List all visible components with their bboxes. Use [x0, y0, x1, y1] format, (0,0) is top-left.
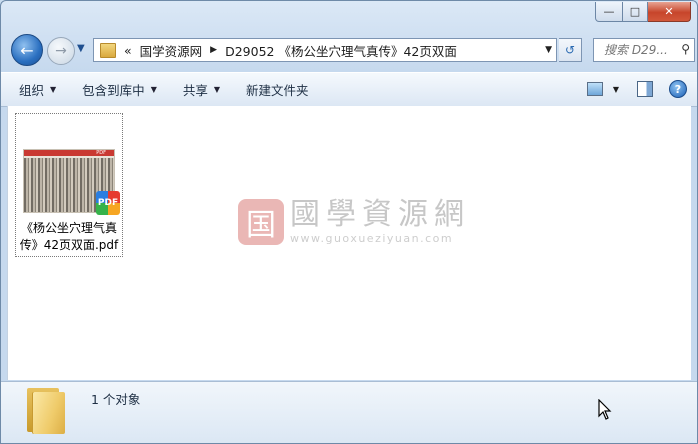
- file-name: 《杨公坐穴理气真传》42页双面.pdf: [19, 221, 119, 252]
- breadcrumb-item-root[interactable]: 国学资源网: [140, 41, 203, 60]
- view-options-dropdown-icon[interactable]: ▼: [613, 85, 619, 94]
- breadcrumb-overflow-chevron[interactable]: «: [124, 43, 132, 58]
- pdf-file-icon: PDF: [96, 191, 120, 215]
- change-view-icon[interactable]: [586, 82, 603, 96]
- organize-menu[interactable]: 组织 ▼: [19, 80, 56, 99]
- refresh-button[interactable]: ↺: [559, 38, 582, 62]
- command-bar: 组织 ▼ 包含到库中 ▼ 共享 ▼ 新建文件夹 ▼ ?: [1, 72, 697, 107]
- new-folder-label: 新建文件夹: [246, 83, 309, 98]
- preview-pane-icon[interactable]: [637, 81, 653, 97]
- dropdown-arrow-icon: ▼: [213, 85, 221, 94]
- navigation-bar: ← → ▼ « 国学资源网 ▶ D29052 《杨公坐穴理气真传》42页双面 ▼…: [9, 34, 695, 66]
- thumbnail-tag: PDF: [96, 150, 106, 156]
- folder-large-icon: [27, 386, 65, 434]
- breadcrumb-item-current[interactable]: D29052 《杨公坐穴理气真传》42页双面: [225, 41, 457, 60]
- pdf-badge-label: PDF: [97, 198, 119, 208]
- details-pane: 1 个对象: [1, 381, 697, 443]
- forward-arrow-icon: →: [55, 43, 67, 59]
- item-count: 1 个对象: [91, 392, 141, 407]
- folder-icon: [100, 42, 116, 58]
- minimize-button[interactable]: —: [595, 2, 623, 22]
- file-list-area[interactable]: PDF PDF 《杨公坐穴理气真传》42页双面.pdf 国 國學資源網 www.…: [7, 106, 691, 380]
- watermark-text: 國學資源網 www.guoxueziyuan.com: [290, 197, 470, 246]
- search-icon[interactable]: ⚲: [681, 42, 690, 56]
- recent-pages-dropdown[interactable]: ▼: [77, 43, 85, 54]
- search-input[interactable]: [602, 42, 678, 58]
- back-arrow-icon: ←: [20, 40, 34, 60]
- breadcrumb-separator-icon[interactable]: ▶: [210, 45, 217, 55]
- help-icon[interactable]: ?: [669, 80, 687, 98]
- address-bar[interactable]: « 国学资源网 ▶ D29052 《杨公坐穴理气真传》42页双面 ▼: [93, 38, 557, 62]
- toolbar-right: ▼ ?: [586, 80, 687, 98]
- file-item[interactable]: PDF PDF 《杨公坐穴理气真传》42页双面.pdf: [15, 113, 123, 257]
- new-folder-button[interactable]: 新建文件夹: [246, 80, 309, 99]
- share-menu[interactable]: 共享 ▼: [183, 80, 220, 99]
- watermark-title: 國學資源網: [290, 197, 470, 232]
- refresh-icon: ↺: [564, 43, 576, 57]
- dropdown-arrow-icon: ▼: [50, 85, 57, 94]
- watermark-logo-icon: 国: [238, 198, 284, 245]
- search-box[interactable]: ⚲: [593, 38, 695, 62]
- watermark: 国 國學資源網 www.guoxueziyuan.com: [238, 198, 470, 245]
- address-dropdown-icon[interactable]: ▼: [545, 45, 552, 55]
- include-in-library-menu[interactable]: 包含到库中 ▼: [82, 80, 157, 99]
- explorer-window: — □ ✕ ← → ▼ « 国学资源网 ▶ D29052 《杨公坐穴理气真传》4…: [0, 0, 698, 444]
- mouse-cursor-icon: [598, 398, 612, 424]
- caption-buttons: — □ ✕: [595, 2, 691, 22]
- include-in-library-label: 包含到库中: [82, 83, 145, 98]
- maximize-button[interactable]: □: [623, 2, 648, 22]
- share-label: 共享: [182, 83, 208, 98]
- forward-button[interactable]: →: [47, 37, 75, 65]
- close-button[interactable]: ✕: [648, 2, 691, 22]
- dropdown-arrow-icon: ▼: [150, 85, 157, 94]
- watermark-url: www.guoxueziyuan.com: [290, 232, 454, 245]
- organize-label: 组织: [19, 83, 45, 98]
- back-button[interactable]: ←: [11, 34, 43, 66]
